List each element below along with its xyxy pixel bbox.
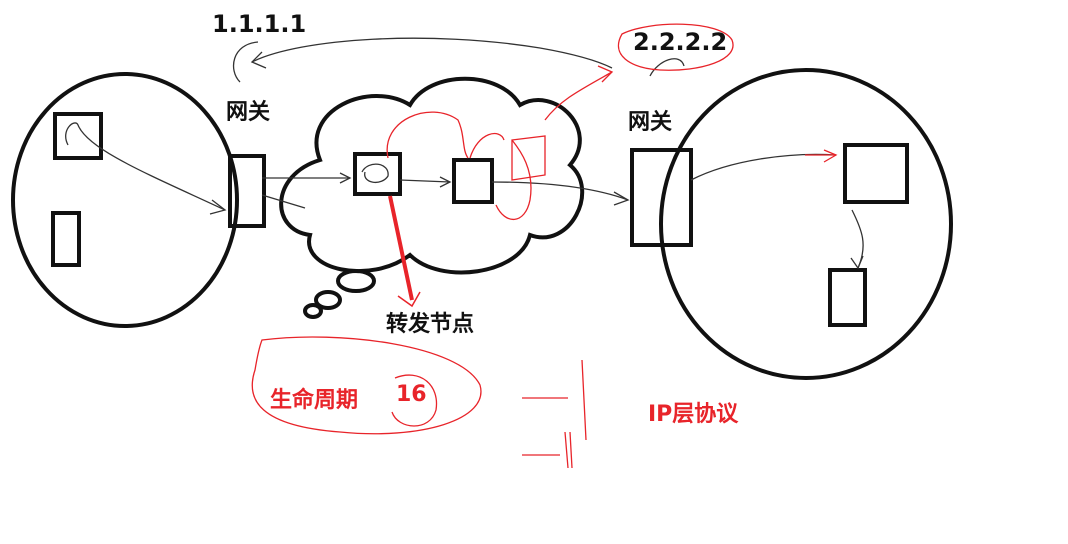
router-scribble	[361, 163, 389, 183]
cloud-bubble-large	[336, 269, 376, 293]
arrowhead-icon	[250, 51, 267, 69]
path-arrow-4	[491, 181, 629, 201]
router-node-1	[353, 152, 402, 196]
ttl-path-4	[544, 71, 613, 121]
gateway-label-left: 网关	[226, 100, 271, 125]
ttl-value: 16	[396, 382, 427, 407]
ip-left-hook	[232, 41, 259, 83]
path-arrow-3	[399, 179, 451, 183]
ip-link-arc	[251, 37, 613, 69]
ip-address-right: 2.2.2.2	[633, 28, 728, 56]
left-host-1	[53, 112, 103, 160]
gateway-label-right: 网关	[628, 110, 673, 135]
right-network-circle	[659, 68, 953, 380]
divider-mark-1	[522, 359, 587, 441]
left-host-2	[51, 211, 81, 267]
cloud-bubble-small	[303, 303, 323, 319]
divider-mark-2	[522, 431, 573, 469]
path-arrow-5	[690, 153, 837, 181]
router-node-2	[452, 158, 494, 204]
forward-node-label: 转发节点	[386, 312, 475, 337]
arrowhead-icon	[823, 149, 838, 163]
arrowhead-icon	[613, 191, 630, 206]
arrowhead-icon	[597, 65, 614, 83]
ip-right-hook	[649, 58, 685, 77]
ip-address-left: 1.1.1.1	[212, 10, 307, 38]
ttl-box-scribble	[511, 135, 546, 181]
packet-path	[65, 37, 864, 270]
ip-protocol-label: IP层协议	[648, 402, 739, 427]
forward-node-pointer	[388, 195, 414, 301]
ttl-label: 生命周期	[270, 388, 359, 413]
right-host-1	[843, 143, 909, 204]
ttl-path-2	[469, 132, 505, 159]
diagram-canvas	[11, 23, 953, 469]
path-arrow-1	[65, 122, 226, 211]
ttl-path-1	[386, 111, 469, 159]
network-diagram: 1.1.1.1 2.2.2.2 网关 网关 转发节点 生命周期 16 IP层协议	[0, 0, 1068, 544]
right-host-2	[828, 268, 867, 327]
